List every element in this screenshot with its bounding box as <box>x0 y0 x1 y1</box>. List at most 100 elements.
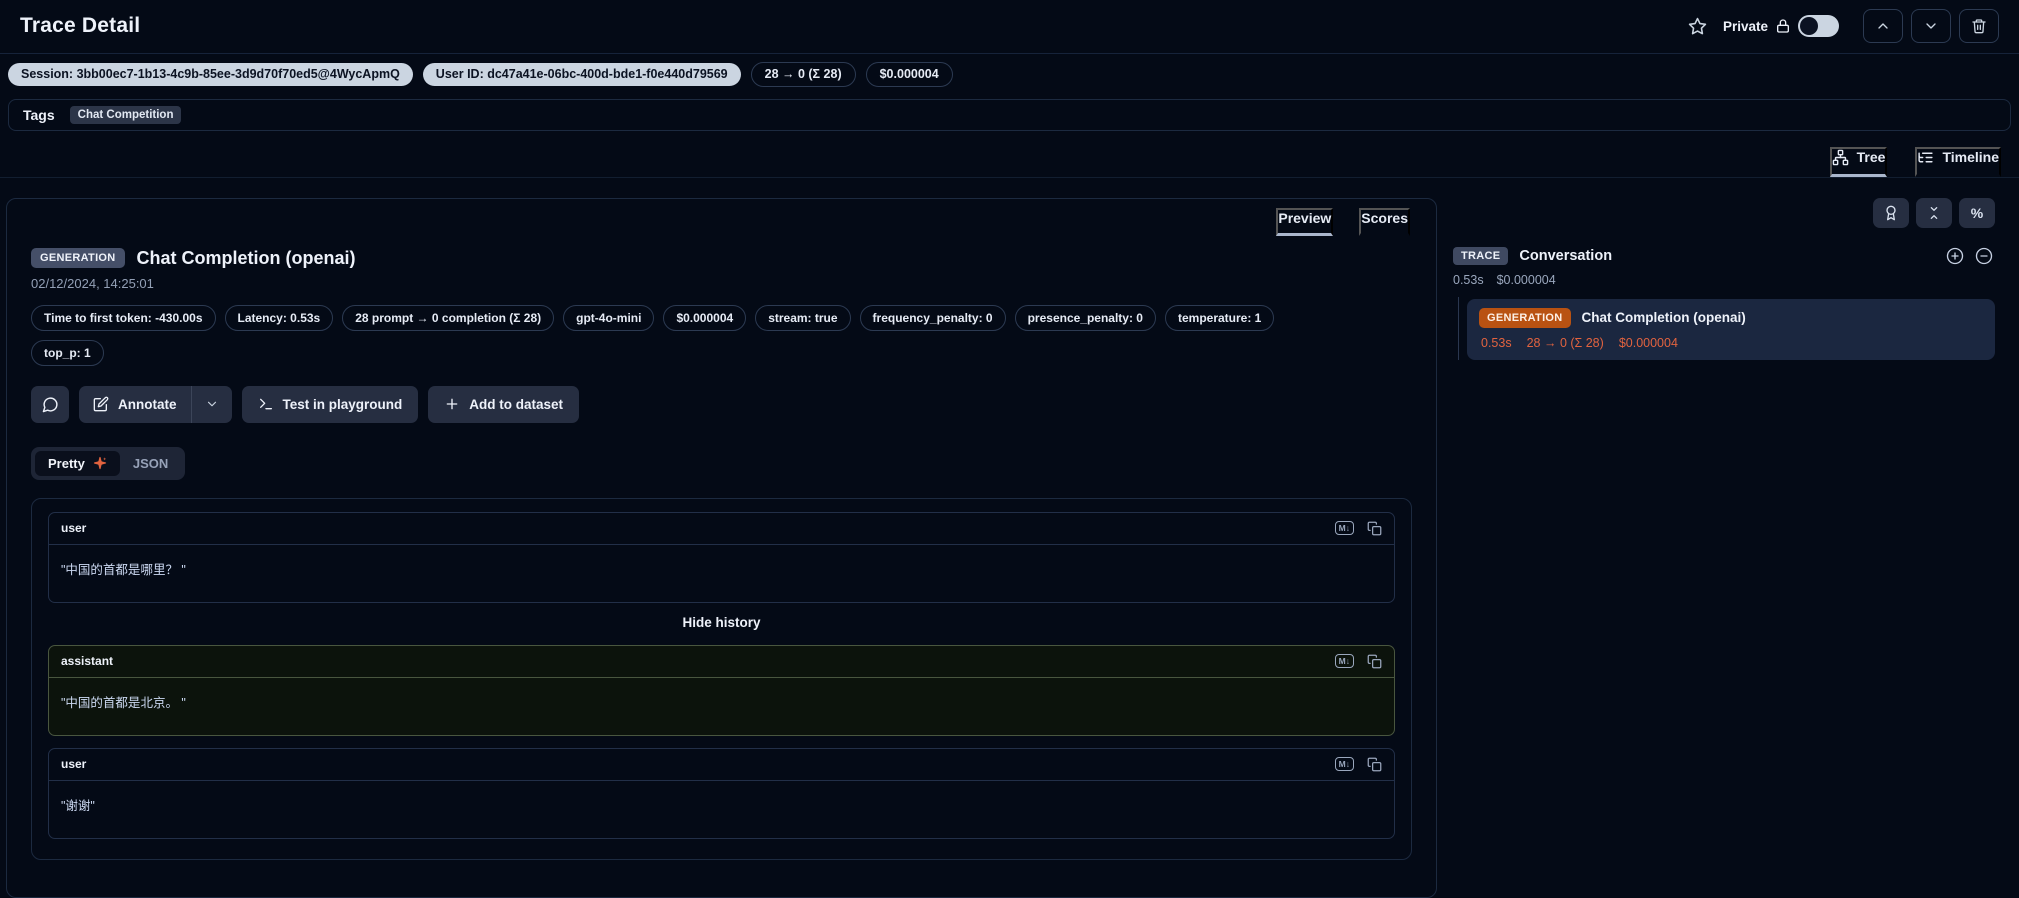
markdown-toggle-icon[interactable]: M↓ <box>1335 654 1354 669</box>
metrics-row-1: Time to first token: -430.00s Latency: 0… <box>31 305 1412 331</box>
message-role: assistant <box>61 654 113 668</box>
annotate-button[interactable]: Annotate <box>79 386 191 423</box>
tags-row: Tags Chat Competition <box>8 99 2011 131</box>
message-header: user M↓ <box>49 513 1394 545</box>
collapse-all-button[interactable] <box>1916 198 1952 228</box>
message-circle-icon <box>42 396 59 413</box>
generation-tree-row[interactable]: GENERATION Chat Completion (openai) 0.53… <box>1467 299 1995 360</box>
delete-trace-button[interactable] <box>1959 9 1999 43</box>
trace-root-row[interactable]: TRACE Conversation <box>1451 247 1995 265</box>
generation-latency: 0.53s <box>1481 336 1512 350</box>
expand-all-button[interactable] <box>1946 247 1964 265</box>
timeline-icon <box>1917 149 1934 166</box>
annotate-split-button: Annotate <box>79 386 232 423</box>
tags-label: Tags <box>23 107 55 123</box>
playground-label: Test in playground <box>283 397 403 412</box>
add-to-dataset-button[interactable]: Add to dataset <box>428 386 579 423</box>
privacy-control: Private <box>1723 15 1839 37</box>
markdown-toggle-icon[interactable]: M↓ <box>1335 521 1354 536</box>
message-header: user M↓ <box>49 749 1394 781</box>
markdown-toggle-icon[interactable]: M↓ <box>1335 757 1354 772</box>
json-segment[interactable]: JSON <box>120 451 181 476</box>
actions-row: Annotate Test in playground <box>31 386 1412 423</box>
sparkles-icon <box>93 456 107 470</box>
generation-type-badge: GENERATION <box>31 248 125 268</box>
chevron-down-icon <box>205 397 219 411</box>
privacy-toggle[interactable] <box>1798 15 1839 37</box>
message-content: "谢谢" <box>49 781 1394 838</box>
fold-vertical-icon <box>1926 205 1942 221</box>
tab-scores[interactable]: Scores <box>1359 208 1410 236</box>
user-id-badge[interactable]: User ID: dc47a41e-06bc-400d-bde1-f0e440d… <box>423 63 741 86</box>
generation-tokens: 28 → 0 (Σ 28) <box>1527 336 1604 350</box>
annotate-dropdown-button[interactable] <box>192 386 232 423</box>
copy-icon[interactable] <box>1367 654 1382 669</box>
pretty-label: Pretty <box>48 456 85 471</box>
chevron-up-icon <box>1875 18 1891 34</box>
tab-preview[interactable]: Preview <box>1276 208 1333 236</box>
message-card-assistant: assistant M↓ "中国的首都是北京。 " <box>48 645 1395 736</box>
format-toggle: Pretty JSON <box>31 447 185 480</box>
generation-row-header: GENERATION Chat Completion (openai) <box>1479 308 1983 328</box>
bookmark-star-button[interactable] <box>1688 17 1707 36</box>
lock-icon <box>1775 18 1791 34</box>
tab-tree-label: Tree <box>1857 149 1886 165</box>
tab-tree[interactable]: Tree <box>1830 147 1888 177</box>
annotate-label: Annotate <box>118 397 177 412</box>
scores-toggle-button[interactable] <box>1873 198 1909 228</box>
topbar-actions: Private <box>1688 9 1999 43</box>
metrics-row-2: top_p: 1 <box>31 340 1412 366</box>
panel-body: GENERATION Chat Completion (openai) 02/1… <box>7 236 1436 860</box>
circle-plus-icon <box>1946 247 1964 265</box>
trash-icon <box>1971 18 1987 34</box>
collapse-tree-button[interactable] <box>1975 247 1993 265</box>
circle-minus-icon <box>1975 247 1993 265</box>
tag-chip[interactable]: Chat Competition <box>70 106 182 124</box>
trace-latency: 0.53s <box>1453 273 1484 287</box>
playground-button[interactable]: Test in playground <box>242 386 419 423</box>
trace-title: Conversation <box>1519 248 1612 264</box>
metric-badge-presence-penalty: presence_penalty: 0 <box>1015 305 1156 331</box>
message-content: "中国的首都是哪里？ " <box>49 545 1394 602</box>
metric-badge-stream: stream: true <box>755 305 850 331</box>
trace-id-badges: Session: 3bb00ec7-1b13-4c9b-85ee-3d9d70f… <box>0 54 2019 95</box>
pretty-segment[interactable]: Pretty <box>35 451 120 476</box>
next-trace-button[interactable] <box>1911 9 1951 43</box>
metric-badge-top-p: top_p: 1 <box>31 340 104 366</box>
prev-trace-button[interactable] <box>1863 9 1903 43</box>
terminal-icon <box>258 396 274 412</box>
message-header: assistant M↓ <box>49 646 1394 678</box>
chevron-down-icon <box>1923 18 1939 34</box>
plus-icon <box>444 396 460 412</box>
session-badge[interactable]: Session: 3bb00ec7-1b13-4c9b-85ee-3d9d70f… <box>8 63 413 86</box>
star-icon <box>1688 17 1707 36</box>
view-tabs: Tree Timeline <box>0 131 2019 178</box>
hide-history-button[interactable]: Hide history <box>48 615 1395 630</box>
metric-badge-cost: $0.000004 <box>663 305 746 331</box>
copy-icon[interactable] <box>1367 521 1382 536</box>
edit-pen-icon <box>93 396 109 412</box>
metrics-toggle-button[interactable]: % <box>1959 198 1995 228</box>
privacy-label: Private <box>1723 19 1768 34</box>
topbar: Trace Detail Private <box>0 0 2019 53</box>
tree-icon <box>1832 149 1849 166</box>
copy-icon[interactable] <box>1367 757 1382 772</box>
token-usage-badge: 28 → 0 (Σ 28) <box>751 62 856 87</box>
metric-badge-latency: Latency: 0.53s <box>225 305 334 331</box>
tree-expand-controls <box>1946 247 1993 265</box>
content-area: Preview Scores GENERATION Chat Completio… <box>0 178 2019 898</box>
metric-badge-tokens: 28 prompt → 0 completion (Σ 28) <box>342 305 554 331</box>
observation-header: GENERATION Chat Completion (openai) <box>31 248 1412 269</box>
observation-title: Chat Completion (openai) <box>137 248 356 269</box>
tree-children: GENERATION Chat Completion (openai) 0.53… <box>1451 299 1995 360</box>
trace-root-label: TRACE Conversation <box>1453 247 1612 265</box>
metric-badge-temperature: temperature: 1 <box>1165 305 1274 331</box>
messages-container: user M↓ "中国的首都是哪里？ " Hide history assist… <box>31 498 1412 860</box>
tab-timeline[interactable]: Timeline <box>1915 147 2001 177</box>
message-content: "中国的首都是北京。 " <box>49 678 1394 735</box>
panel-tabs: Preview Scores <box>7 199 1436 236</box>
trace-tree-panel: % TRACE Conversation <box>1451 198 2007 360</box>
comments-button[interactable] <box>31 386 69 423</box>
award-icon <box>1883 205 1899 221</box>
metric-badge-model[interactable]: gpt-4o-mini <box>563 305 654 331</box>
